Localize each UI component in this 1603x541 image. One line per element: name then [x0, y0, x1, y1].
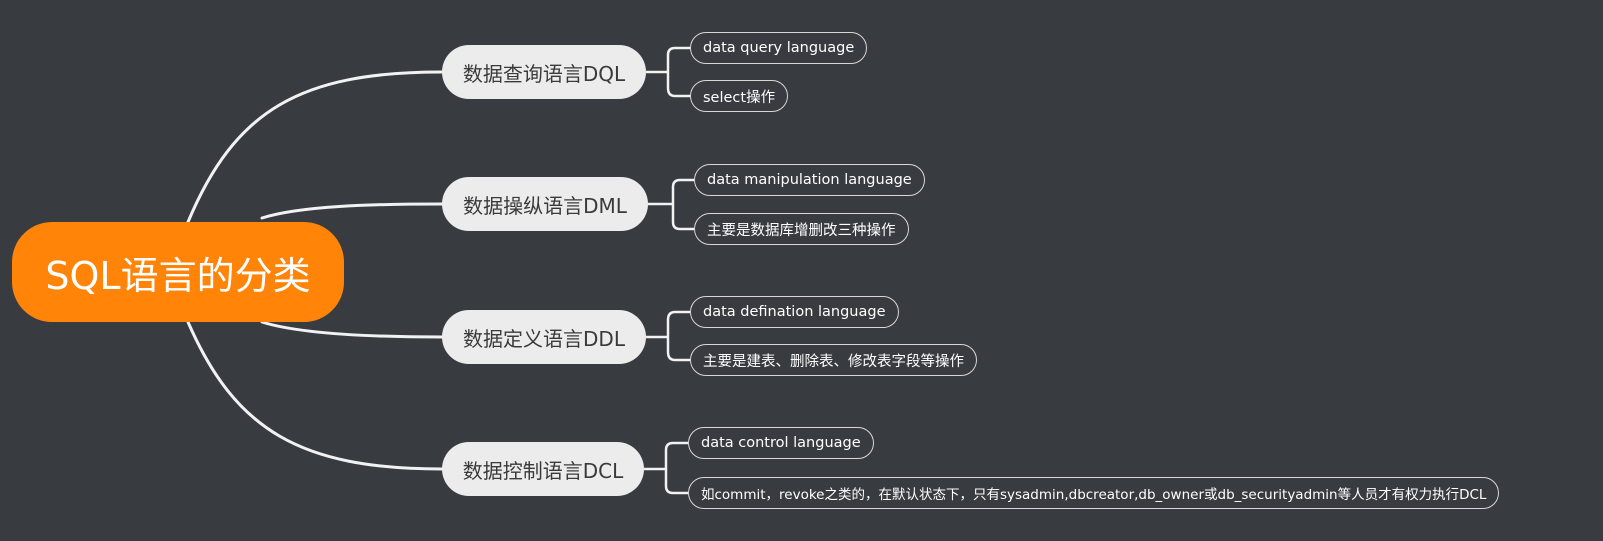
leaf-topic-dql-2[interactable]: select操作 — [690, 80, 789, 112]
branch-3-leaf-bracket — [646, 310, 690, 362]
branch-topic-dml[interactable]: 数据操纵语言DML — [442, 177, 648, 231]
leaf-topic-dml-2[interactable]: 主要是数据库增删改三种操作 — [694, 213, 909, 245]
branch-topic-dql[interactable]: 数据查询语言DQL — [442, 45, 646, 99]
root-topic[interactable]: SQL语言的分类 — [12, 222, 344, 322]
root-to-branch-2-connector — [260, 202, 444, 220]
leaf-topic-label: data manipulation language — [707, 172, 912, 188]
root-to-branch-3-connector — [260, 320, 444, 339]
branch-topic-label: 数据操纵语言DML — [463, 193, 627, 218]
root-topic-label: SQL语言的分类 — [45, 253, 311, 298]
leaf-topic-label: data control language — [701, 435, 861, 451]
leaf-topic-label: data defination language — [703, 304, 886, 320]
branch-1-leaf-bracket — [646, 46, 691, 98]
branch-4-leaf-bracket — [644, 441, 688, 495]
branch-topic-label: 数据定义语言DDL — [463, 326, 625, 351]
branch-2-leaf-bracket — [648, 178, 694, 231]
leaf-topic-dml-1[interactable]: data manipulation language — [694, 164, 925, 196]
root-to-branch-4-connector — [186, 320, 444, 471]
leaf-topic-ddl-1[interactable]: data defination language — [690, 296, 899, 328]
leaf-topic-label: 主要是建表、删除表、修改表字段等操作 — [703, 353, 964, 370]
leaf-topic-dcl-1[interactable]: data control language — [688, 427, 874, 459]
leaf-topic-dql-1[interactable]: data query language — [690, 32, 868, 64]
mind-map-canvas: SQL语言的分类 数据查询语言DQL data query language s… — [0, 0, 1603, 541]
root-to-branch-1-connector — [186, 70, 444, 224]
leaf-topic-dcl-2[interactable]: 如commit，revoke之类的，在默认状态下，只有sysadmin,dbcr… — [688, 477, 1500, 509]
leaf-topic-label: data query language — [703, 40, 855, 56]
leaf-topic-ddl-2[interactable]: 主要是建表、删除表、修改表字段等操作 — [690, 344, 977, 376]
leaf-topic-label: 如commit，revoke之类的，在默认状态下，只有sysadmin,dbcr… — [701, 487, 1487, 503]
branch-topic-dcl[interactable]: 数据控制语言DCL — [442, 442, 644, 496]
branch-topic-label: 数据控制语言DCL — [462, 458, 624, 483]
branch-topic-ddl[interactable]: 数据定义语言DDL — [442, 310, 646, 364]
leaf-topic-label: select操作 — [703, 89, 776, 106]
leaf-topic-label: 主要是数据库增删改三种操作 — [707, 222, 896, 239]
branch-topic-label: 数据查询语言DQL — [462, 61, 626, 86]
